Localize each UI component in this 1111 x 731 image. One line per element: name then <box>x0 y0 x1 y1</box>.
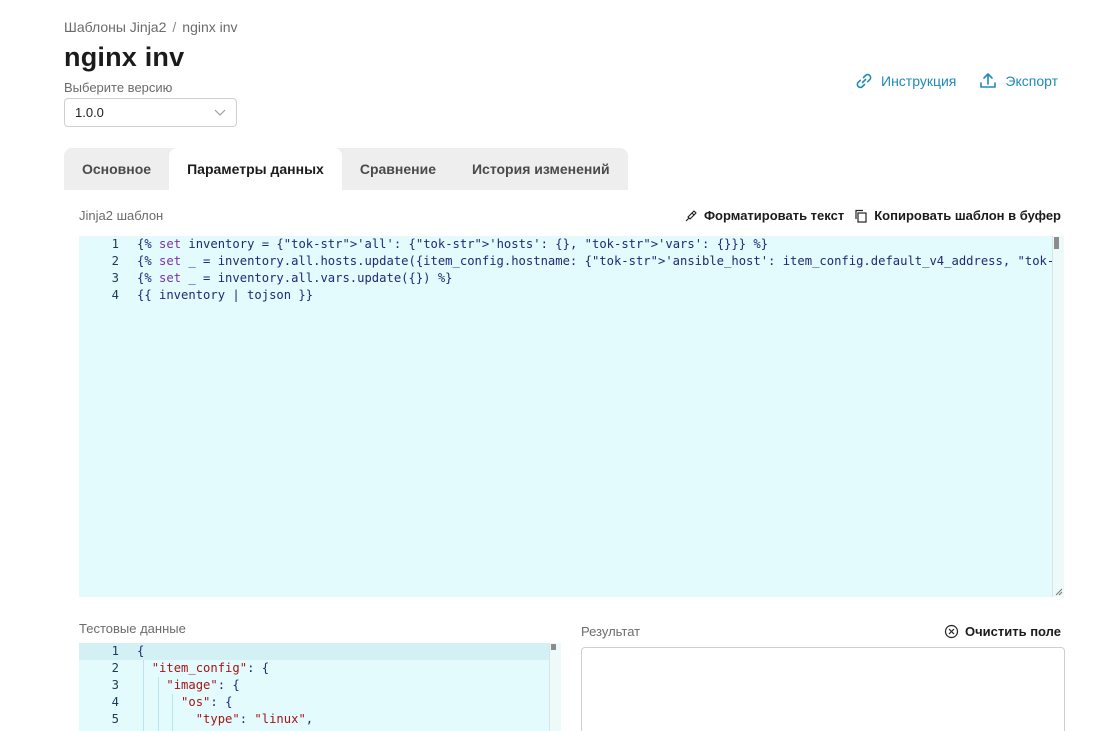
upload-icon <box>980 73 997 88</box>
line-number: 5 <box>111 712 119 726</box>
clear-field-label: Очистить поле <box>965 624 1061 639</box>
tab-data-parameters[interactable]: Параметры данных <box>169 148 342 190</box>
format-text-label: Форматировать текст <box>703 208 845 223</box>
tab-comparison[interactable]: Сравнение <box>342 148 454 190</box>
resize-handle-icon[interactable] <box>1054 587 1063 596</box>
code-line: 4 {{ inventory | tojson }} <box>79 287 313 304</box>
close-circle-icon <box>944 624 959 639</box>
link-icon <box>856 73 872 89</box>
tab-history[interactable]: История изменений <box>454 148 628 190</box>
tab-main[interactable]: Основное <box>64 148 169 190</box>
line-number: 1 <box>111 644 119 658</box>
clear-field-button[interactable]: Очистить поле <box>944 624 1061 639</box>
result-label: Результат <box>581 624 641 639</box>
result-output[interactable] <box>581 647 1065 731</box>
test-data-scroll-thumb[interactable] <box>551 644 556 650</box>
code-line: 3 "image": { <box>79 677 240 694</box>
breadcrumb-parent-link[interactable]: Шаблоны Jinja2 <box>64 19 166 35</box>
line-number: 1 <box>111 237 119 251</box>
code-text: "os": { <box>181 695 233 709</box>
code-text: { <box>137 644 145 658</box>
active-line-highlight <box>79 643 549 660</box>
line-number: 2 <box>111 661 119 675</box>
breadcrumb: Шаблоны Jinja2 / nginx inv <box>64 19 238 35</box>
template-editor-scroll-thumb[interactable] <box>1054 237 1059 249</box>
code-text: {% set _ = inventory.all.vars.update({})… <box>137 271 453 285</box>
version-select[interactable]: 1.0.0 <box>64 98 237 127</box>
page-title: nginx inv <box>64 42 185 72</box>
code-line: 1 { <box>79 643 145 660</box>
line-number: 4 <box>111 695 119 709</box>
line-number: 3 <box>111 678 119 692</box>
test-data-label: Тестовые данные <box>79 621 186 636</box>
template-editor-label: Jinja2 шаблон <box>79 208 164 223</box>
version-select-value: 1.0.0 <box>75 105 104 120</box>
line-number: 2 <box>111 254 119 268</box>
code-line: 4 "os": { <box>79 694 233 711</box>
header-actions: Инструкция Экспорт <box>854 71 1058 91</box>
export-label: Экспорт <box>1005 73 1058 89</box>
breadcrumb-current: nginx inv <box>182 19 238 35</box>
test-data-scroll-track[interactable] <box>549 643 561 731</box>
copy-template-label: Копировать шаблон в буфер <box>874 208 1061 223</box>
code-line: 2 {% set _ = inventory.all.hosts.update(… <box>79 253 1064 270</box>
code-line: 1 {% set inventory = {"tok-str">'all': {… <box>79 236 768 253</box>
code-line: 2 "item_config": { <box>79 660 269 677</box>
code-text: {% set _ = inventory.all.hosts.update({i… <box>137 254 1064 268</box>
brush-icon <box>685 209 697 221</box>
code-text: {% set inventory = {"tok-str">'all': {"t… <box>137 237 769 251</box>
instruction-link[interactable]: Инструкция <box>854 71 956 91</box>
template-editor-actions: Форматировать текст Копировать шаблон в … <box>684 208 1061 223</box>
line-number: 3 <box>111 271 119 285</box>
test-data-code-editor[interactable]: 1 { 2 "item_config": { 3 "image": { 4 "o… <box>79 643 561 731</box>
copy-icon <box>855 209 867 223</box>
breadcrumb-separator: / <box>172 19 177 35</box>
chevron-down-icon <box>214 109 226 116</box>
code-text: {{ inventory | tojson }} <box>137 288 314 302</box>
code-text: "type": "linux", <box>195 712 314 726</box>
tab-bar: Основное Параметры данных Сравнение Исто… <box>64 148 628 190</box>
template-editor-scroll-track[interactable] <box>1052 236 1064 597</box>
copy-template-button[interactable]: Копировать шаблон в буфер <box>854 208 1061 223</box>
line-number: 4 <box>111 288 119 302</box>
code-text: "item_config": { <box>151 661 270 675</box>
export-button[interactable]: Экспорт <box>978 71 1058 91</box>
version-select-label: Выберите версию <box>64 80 173 95</box>
template-code-editor[interactable]: 1 {% set inventory = {"tok-str">'all': {… <box>79 236 1064 597</box>
code-text: "image": { <box>166 678 240 692</box>
code-line: 5 "type": "linux", <box>79 711 313 728</box>
code-line: 3 {% set _ = inventory.all.vars.update({… <box>79 270 453 287</box>
format-text-button[interactable]: Форматировать текст <box>684 208 844 223</box>
instruction-label: Инструкция <box>881 73 957 89</box>
